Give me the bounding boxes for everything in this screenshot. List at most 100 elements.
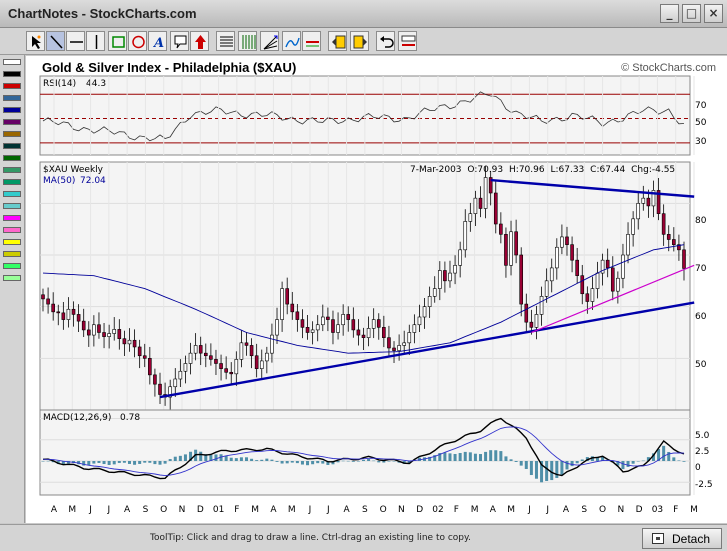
line-tool-icon[interactable] [46,31,65,51]
color-swatch[interactable] [3,203,21,209]
move-front-tool-icon[interactable] [350,31,369,51]
info-low: L:67.33 [550,165,584,175]
price-candle [438,270,442,289]
delete-tool-icon[interactable] [398,31,417,51]
color-swatch[interactable] [3,191,21,197]
color-swatch[interactable] [3,107,21,113]
price-candle [81,320,86,331]
x-axis-label: N [179,505,186,515]
color-swatch[interactable] [3,179,21,185]
macd-histogram-bar [550,461,554,481]
x-axis-label: A [124,505,131,515]
macd-histogram-bar [306,461,310,466]
window-title: ChartNotes - StockCharts.com [8,6,197,21]
ohlc-info: 7-Mar-2003 O:70.93 H:70.96 L:67.33 C:67.… [410,165,675,175]
macd-panel: MACD(12,26,9) 0.78 5.0 2.5 0 -2.5 [39,409,713,496]
macd-histogram-bar [534,461,538,479]
color-swatch[interactable] [3,155,21,161]
macd-histogram-bar [489,450,493,461]
fibonacci-arc-tool-icon[interactable] [282,31,301,51]
maximize-button[interactable]: □ [682,4,701,23]
detach-button[interactable]: Detach [642,528,722,549]
x-axis-label: J [107,505,111,515]
macd-histogram-bar [560,461,564,476]
macd-histogram-bar [285,461,289,464]
price-candle [346,314,351,320]
info-open: O:70.93 [467,165,503,175]
price-candle [254,355,259,369]
x-axis-label: M [690,505,698,515]
pointer-tool-icon[interactable] [26,31,45,51]
price-candle [214,359,218,364]
color-swatch[interactable] [3,227,21,233]
vertical-lines-tool-icon[interactable] [238,31,257,51]
price-candle [102,332,106,337]
x-axis-label: J [88,505,92,515]
color-palette [0,55,25,523]
color-swatch[interactable] [3,215,21,221]
price-candle [249,345,254,357]
price-candle [672,239,676,245]
color-swatch[interactable] [3,59,21,65]
macd-histogram-bar [280,461,284,464]
rectangle-tool-icon[interactable] [108,31,127,51]
price-candle [153,374,157,385]
price-chart[interactable]: Gold & Silver Index - Philadelphia ($XAU… [26,56,727,523]
macd-histogram-bar [107,461,111,465]
macd-histogram-bar [372,460,376,462]
macd-histogram-bar [362,459,365,461]
price-candle [234,359,239,375]
x-axis-label: N [398,505,405,515]
price-candle [107,333,111,337]
minimize-button[interactable]: _ [660,4,679,23]
x-axis-label: 01 [213,505,224,515]
price-candle [565,236,569,245]
vertical-line-tool-icon[interactable] [86,31,105,51]
fibonacci-fan-tool-icon[interactable] [260,31,279,51]
color-swatch[interactable] [3,95,21,101]
x-axis-label: F [673,505,678,515]
undo-tool-icon[interactable] [376,31,395,51]
price-candle [544,280,549,297]
price-candle [595,272,600,289]
macd-histogram-bar [173,456,177,461]
horizontal-line-tool-icon[interactable] [66,31,85,51]
price-candle [610,267,615,292]
callout-tool-icon[interactable] [170,31,189,51]
color-swatch[interactable] [3,251,21,257]
macd-histogram-bar [199,451,203,461]
price-candle [270,334,274,354]
x-axis-label: M [251,505,259,515]
color-swatch[interactable] [3,119,21,125]
color-swatch[interactable] [3,275,21,281]
color-swatch[interactable] [3,263,21,269]
text-tool-icon[interactable]: A [148,31,167,51]
color-swatch[interactable] [3,83,21,89]
macd-tick-5: 5.0 [695,431,710,441]
move-back-tool-icon[interactable] [328,31,347,51]
color-swatch[interactable] [3,167,21,173]
arrow-tool-icon[interactable] [190,31,209,51]
macd-histogram-bar [621,461,625,470]
horizontal-lines-tool-icon[interactable] [216,31,235,51]
macd-histogram-bar [183,454,187,461]
chart-area[interactable]: Gold & Silver Index - Philadelphia ($XAU… [26,56,727,523]
channel-tool-icon[interactable] [302,31,321,51]
color-swatch[interactable] [3,239,21,245]
title-bar[interactable]: ChartNotes - StockCharts.com _ □ × [0,0,727,28]
color-swatch[interactable] [3,131,21,137]
close-button[interactable]: × [704,4,723,23]
macd-histogram-bar [499,451,503,461]
circle-tool-icon[interactable] [128,31,147,51]
color-swatch[interactable] [3,71,21,77]
price-tick-70: 70 [695,264,707,274]
price-candle [483,177,488,209]
macd-histogram-bar [545,461,549,481]
macd-histogram-bar [514,461,518,462]
color-swatch[interactable] [3,143,21,149]
price-candle [666,234,671,240]
macd-histogram-bar [458,453,462,461]
macd-histogram-bar [346,460,350,462]
macd-histogram-bar [443,452,447,461]
macd-histogram-bar [127,461,131,464]
